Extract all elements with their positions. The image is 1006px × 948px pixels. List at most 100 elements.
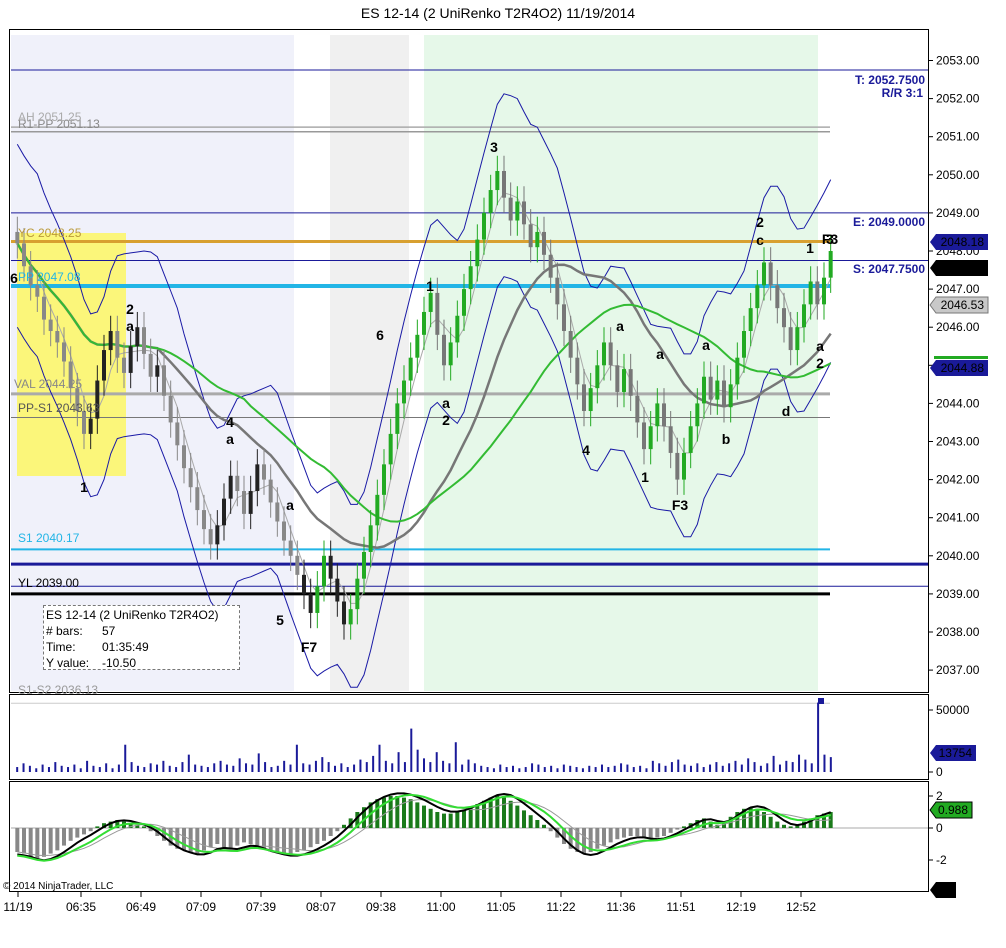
oscillator-bar [375,799,380,828]
oscillator-bar [535,820,540,828]
volume-bar [518,768,521,772]
volume-bar [740,764,743,772]
price-bar [335,578,340,602]
volume-bar [206,767,209,772]
volume-bar [620,763,623,772]
volume-bar [168,765,171,772]
oscillator-bar [502,797,506,828]
price-tag-green-ma: 2044.88 [930,356,988,376]
time-axis-label: 12:52 [786,900,816,914]
oscillator-axis-label: 0 [936,821,943,835]
price-axis-label: 2037.00 [936,663,980,677]
oscillator-bar [448,813,453,828]
oscillator-bar [628,828,633,836]
oscillator-axis-label: 2 [936,789,943,803]
time-axis-label: 06:35 [66,900,96,914]
price-axis-label: 2040.00 [936,549,980,563]
volume-bar [791,762,794,772]
wave-annotation: a [226,431,234,447]
volume-bar [232,765,235,772]
price-bar [302,574,306,594]
svg-text:2046.53: 2046.53 [941,298,985,312]
volume-bar [715,762,718,772]
volume-bar [486,767,489,772]
price-bar [382,464,386,495]
volume-bar [537,764,540,772]
price-bar [702,376,706,404]
volume-bar [219,760,222,772]
info-time-row: Time: 01:35:49 [46,639,237,655]
volume-bar [499,764,502,772]
oscillator-bar [55,828,60,851]
price-bar [242,491,246,514]
price-bar [575,357,580,385]
price-bar [822,277,826,305]
rr-label: R/R 3:1 [882,86,924,100]
oscillator-bar [142,826,146,828]
volume-bar [651,760,654,772]
oscillator-bar [75,828,80,838]
oscillator-bar [768,816,773,828]
volume-bar [753,762,756,772]
price-bar [615,365,620,392]
volume-bar [613,765,616,772]
price-axis-label: 2051.00 [936,130,980,144]
oscillator-bar [82,828,86,835]
oscillator-bar [428,808,433,828]
wave-annotation: a [616,318,624,334]
oscillator-axis-label: -2 [936,853,947,867]
oscillator-bar [435,812,440,828]
volume-bar [289,764,292,772]
oscillator-bar [495,796,500,828]
price-bar [135,327,140,347]
volume-bar [556,768,559,772]
time-axis-label: 07:09 [186,900,216,914]
svg-text:2044.88: 2044.88 [941,361,985,375]
price-axis-label: 2047.00 [936,282,980,296]
volume-bar [346,767,349,772]
oscillator-bar [622,828,626,838]
volume-bar [747,758,750,772]
price-bar [662,403,666,427]
volume-bar [295,744,298,772]
volume-bar [772,755,775,772]
price-bar [255,464,260,492]
price-bar [688,426,693,453]
price-bar [62,342,66,362]
oscillator-bar [615,828,620,840]
price-axis-label: 2038.00 [936,625,980,639]
volume-bar [98,767,101,772]
volume-bar [276,765,279,772]
price-bar [555,277,560,305]
time-axis-label: 06:49 [126,900,156,914]
info-y-value: -10.50 [102,656,137,670]
wave-annotation: 3 [490,139,498,155]
oscillator-bar [342,824,346,828]
info-bars-row: # bars: 57 [46,623,237,639]
volume-bar [639,765,642,772]
price-bar [322,555,326,587]
volume-bar [28,765,31,772]
volume-bar [588,765,591,772]
volume-bar [569,765,572,772]
wave-annotation: 4 [582,442,590,458]
oscillator-bar [222,828,226,848]
price-bar [828,251,833,278]
oscillator-tag: 0.988 [929,801,973,819]
price-axis-label: 2049.00 [936,206,980,220]
price-bar [48,319,53,332]
oscillator-bar [775,821,780,828]
time-axis-label: 11:00 [426,900,455,914]
wave-annotation: 4 [226,414,234,430]
volume-bar [245,763,248,772]
oscillator-bar [422,805,426,828]
volume-bar [308,764,311,772]
wave-annotation: c [756,232,764,248]
volume-bar [200,765,203,772]
price-bar [248,491,253,514]
price-tag-last: 2048.18 [930,234,988,250]
volume-bar [162,760,165,772]
volume-bar [264,762,267,772]
volume-bar [22,763,25,772]
oscillator-bar [595,828,600,849]
